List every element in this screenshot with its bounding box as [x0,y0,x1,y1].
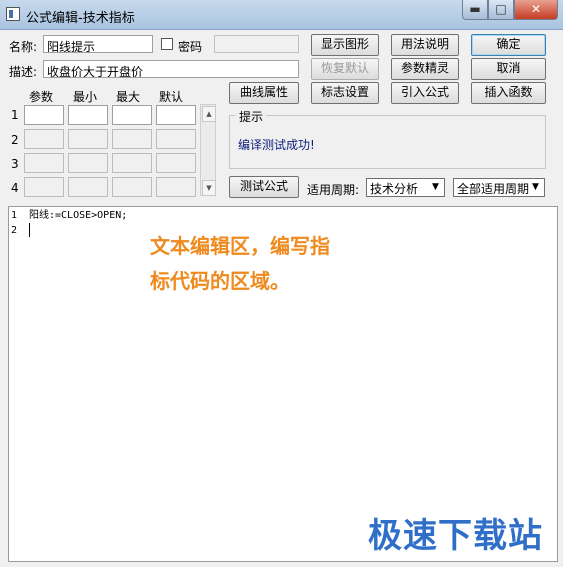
param-cell[interactable] [112,177,152,197]
show-graph-button[interactable]: 显示图形 [311,34,379,56]
param-cell[interactable] [112,153,152,173]
line-number: 1 [11,210,18,221]
param-cell[interactable] [24,129,64,149]
watermark-logo: 极速下载站 [368,516,543,556]
maximize-button[interactable]: □ [488,0,514,20]
param-row-number: 4 [11,181,19,195]
window-title: 公式编辑-技术指标 [26,11,135,26]
param-header-name: 参数 [29,90,54,104]
param-cell[interactable] [24,177,64,197]
annotation-line-1: 文本编辑区，编写指 [150,234,330,258]
marker-settings-button[interactable]: 标志设置 [311,82,379,104]
period-label: 适用周期: [307,183,360,197]
insert-function-button[interactable]: 插入函数 [471,82,546,104]
editor-code[interactable]: 阳线:=CLOSE>OPEN; [29,208,127,223]
name-field[interactable]: 阳线提示 [43,35,153,53]
param-cell[interactable] [24,153,64,173]
period-scope-select[interactable]: 全部适用周期 ▼ [453,178,545,197]
password-field[interactable] [214,35,299,53]
param-row-number: 1 [11,108,19,122]
analysis-type-select[interactable]: 技术分析 ▼ [366,178,445,197]
curve-props-button[interactable]: 曲线属性 [229,82,299,104]
close-button[interactable]: ✕ [514,0,558,20]
restore-default-button[interactable]: 恢复默认 [311,58,379,80]
chevron-down-icon[interactable]: ▼ [428,180,443,195]
ok-button[interactable]: 确定 [471,34,546,56]
test-formula-button[interactable]: 测试公式 [229,176,299,198]
app-icon [6,7,20,21]
hint-message: 编译测试成功! [238,138,315,152]
param-cell[interactable] [112,129,152,149]
scroll-up-icon[interactable]: ▲ [202,106,216,122]
param-wizard-button[interactable]: 参数精灵 [391,58,459,80]
param-header-min: 最小 [73,90,98,104]
annotation-line-2: 标代码的区域。 [150,269,290,293]
name-label: 名称: [9,40,38,54]
param-cell[interactable] [156,105,196,125]
param-cell[interactable] [156,153,196,173]
param-scrollbar[interactable]: ▲ ▼ [200,104,216,196]
chevron-down-icon[interactable]: ▼ [528,180,543,195]
scroll-down-icon[interactable]: ▼ [202,180,216,196]
period-scope-value: 全部适用周期 [457,182,530,196]
param-cell[interactable] [156,129,196,149]
desc-field[interactable]: 收盘价大于开盘价 [43,60,299,78]
code-line[interactable]: 阳线:=CLOSE>OPEN; [29,208,127,223]
text-caret [29,223,30,237]
param-cell[interactable] [112,105,152,125]
import-formula-button[interactable]: 引入公式 [391,82,459,104]
password-checkbox[interactable] [161,38,173,50]
param-row-number: 2 [11,133,19,147]
param-cell[interactable] [156,177,196,197]
param-cell[interactable] [24,105,64,125]
analysis-type-value: 技术分析 [370,182,419,196]
editor-line-numbers: 1 2 [11,208,17,238]
cancel-button[interactable]: 取消 [471,58,546,80]
param-cell[interactable] [68,105,108,125]
hint-legend: 提示 [236,108,267,125]
password-label: 密码 [178,40,203,54]
param-header-max: 最大 [116,90,141,104]
param-cell[interactable] [68,153,108,173]
param-cell[interactable] [68,129,108,149]
usage-button[interactable]: 用法说明 [391,34,459,56]
param-row-number: 3 [11,157,19,171]
param-header-default: 默认 [159,90,184,104]
param-cell[interactable] [68,177,108,197]
desc-label: 描述: [9,65,38,79]
minimize-button[interactable]: ▬ [462,0,488,20]
line-number: 2 [11,225,18,236]
